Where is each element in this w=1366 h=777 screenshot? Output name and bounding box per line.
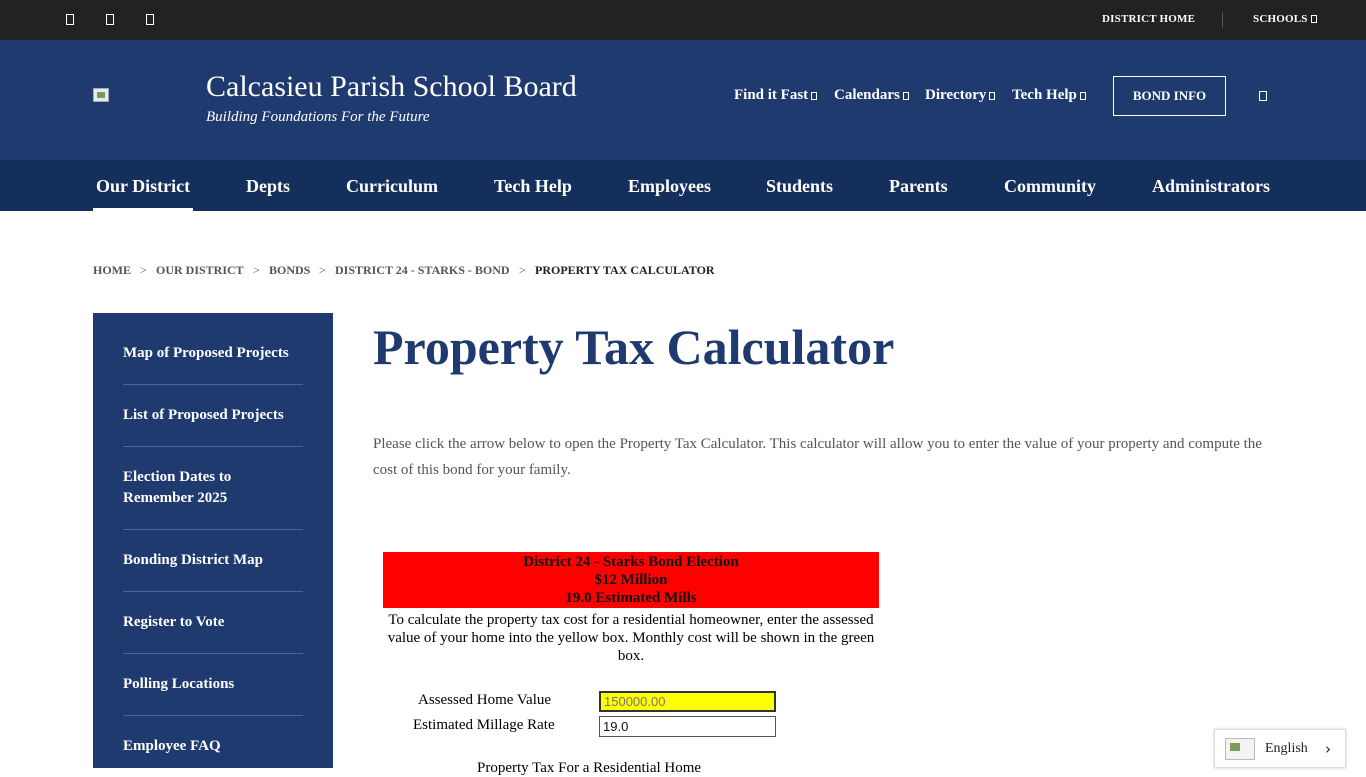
nav-calendars[interactable]: Calendars — [834, 87, 909, 104]
main-nav-curriculum[interactable]: Curriculum — [346, 176, 438, 197]
chevron-down-icon — [989, 92, 996, 100]
sidebar-item-register-to-vote[interactable]: Register to Vote — [123, 612, 303, 633]
banner-mills: 19.0 Estimated Mills — [565, 590, 697, 606]
sidebar-divider — [123, 715, 303, 716]
sidebar-divider — [123, 384, 303, 385]
chevron-down-icon — [1310, 15, 1317, 23]
banner-election-name: District 24 - Starks Bond Election — [523, 554, 739, 570]
sidebar-item-polling-locations[interactable]: Polling Locations — [123, 674, 303, 695]
main-nav-parents[interactable]: Parents — [889, 176, 948, 197]
sidebar-item-election-dates[interactable]: Election Dates to Remember 2025 — [123, 467, 303, 509]
nav-label: Find it Fast — [734, 87, 809, 103]
chevron-right-icon: › — [1325, 740, 1331, 758]
nav-label: Calendars — [834, 87, 900, 103]
chevron-down-icon — [902, 92, 909, 100]
chevron-down-icon — [811, 92, 818, 100]
main-nav-our-district[interactable]: Our District — [96, 176, 190, 197]
search-icon[interactable] — [1259, 91, 1267, 101]
breadcrumb-current: PROPERTY TAX CALCULATOR — [535, 263, 715, 277]
sidebar-divider — [123, 446, 303, 447]
page-title: Property Tax Calculator — [373, 319, 895, 375]
active-nav-indicator — [93, 208, 193, 211]
schools-label: SCHOOLS — [1253, 13, 1308, 25]
chevron-down-icon — [1079, 92, 1086, 100]
calculator-banner: District 24 - Starks Bond Election $12 M… — [383, 552, 879, 608]
sidebar-divider — [123, 591, 303, 592]
main-nav: Our District Depts Curriculum Tech Help … — [0, 160, 1366, 211]
millage-rate-input[interactable] — [599, 716, 776, 737]
millage-rate-label: Estimated Millage Rate — [413, 717, 555, 733]
sidebar-divider — [123, 653, 303, 654]
utility-divider — [1222, 12, 1223, 28]
instagram-icon[interactable] — [146, 14, 154, 25]
bond-info-button[interactable]: BOND INFO — [1113, 76, 1226, 116]
main-nav-community[interactable]: Community — [1004, 176, 1096, 197]
language-selector[interactable]: English › — [1214, 729, 1346, 768]
twitter-icon[interactable] — [106, 14, 114, 25]
nav-directory[interactable]: Directory — [925, 87, 996, 104]
sidebar-item-employee-faq[interactable]: Employee FAQ — [123, 736, 303, 757]
site-tagline: Building Foundations For the Future — [206, 109, 430, 125]
nav-tech-help[interactable]: Tech Help — [1012, 87, 1086, 104]
main-nav-depts[interactable]: Depts — [246, 176, 290, 197]
nav-label: Tech Help — [1012, 87, 1077, 103]
breadcrumb-bonds[interactable]: BONDS — [269, 263, 310, 278]
sidebar-item-map-of-proposed-projects[interactable]: Map of Proposed Projects — [123, 343, 303, 364]
nav-find-it-fast[interactable]: Find it Fast — [734, 87, 818, 104]
assessed-value-input[interactable] — [599, 691, 776, 712]
sidebar-item-list-of-proposed-projects[interactable]: List of Proposed Projects — [123, 405, 303, 426]
breadcrumb-district-24[interactable]: DISTRICT 24 - STARKS - BOND — [335, 263, 510, 278]
breadcrumb-separator: > — [253, 263, 260, 277]
site-name[interactable]: Calcasieu Parish School Board — [206, 70, 577, 104]
main-nav-students[interactable]: Students — [766, 176, 833, 197]
breadcrumb-separator: > — [519, 263, 526, 277]
breadcrumb-home[interactable]: HOME — [93, 263, 131, 278]
breadcrumb-our-district[interactable]: OUR DISTRICT — [156, 263, 244, 278]
schools-dropdown[interactable]: SCHOOLS — [1253, 13, 1317, 25]
banner-amount: $12 Million — [594, 572, 668, 588]
nav-label: Directory — [925, 87, 987, 103]
site-header: Calcasieu Parish School Board Building F… — [0, 40, 1366, 160]
calculator-instructions: To calculate the property tax cost for a… — [387, 612, 875, 664]
utility-bar: DISTRICT HOME SCHOOLS — [0, 0, 1366, 40]
main-nav-employees[interactable]: Employees — [628, 176, 711, 197]
district-logo[interactable] — [93, 88, 109, 102]
main-nav-administrators[interactable]: Administrators — [1152, 176, 1270, 197]
breadcrumb-separator: > — [140, 263, 147, 277]
intro-text: Please click the arrow below to open the… — [373, 436, 1262, 478]
main-nav-tech-help[interactable]: Tech Help — [494, 176, 572, 197]
district-home-link[interactable]: DISTRICT HOME — [1102, 13, 1195, 25]
sidebar-item-bonding-district-map[interactable]: Bonding District Map — [123, 550, 303, 571]
facebook-icon[interactable] — [66, 14, 74, 25]
flag-icon — [1225, 738, 1255, 760]
tax-result-label: Property Tax For a Residential Home — [477, 760, 702, 776]
assessed-value-label: Assessed Home Value — [418, 692, 552, 708]
sidebar-nav: Map of Proposed Projects List of Propose… — [93, 313, 333, 768]
sidebar-divider — [123, 529, 303, 530]
language-label: English — [1265, 741, 1308, 756]
breadcrumb-separator: > — [319, 263, 326, 277]
